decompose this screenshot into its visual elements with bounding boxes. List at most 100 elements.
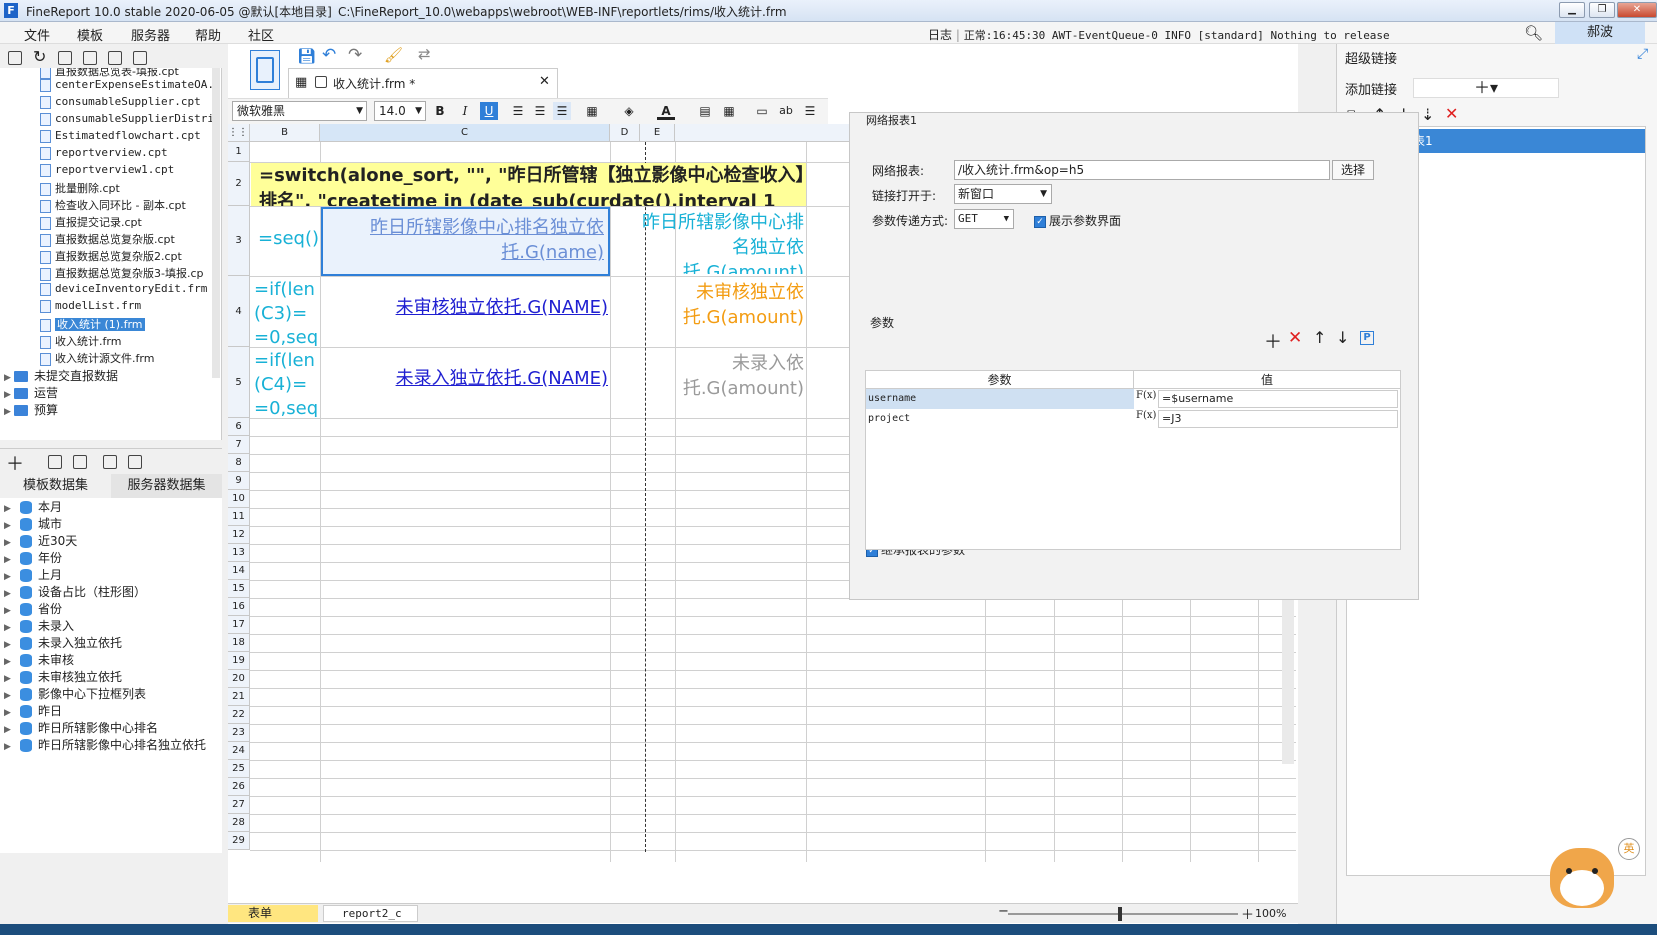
border-icon[interactable]: ▦ [583,102,601,120]
row-header[interactable]: 19 [228,652,250,670]
cell-b5[interactable]: =if(len(C4)==0,seq()- [254,349,320,417]
save-icon[interactable]: 💾︎ [297,47,316,65]
chevron-right-icon[interactable]: ▶ [4,691,16,701]
row-header[interactable]: 11 [228,508,250,526]
tree-item[interactable]: 收入统计源文件.frm [40,350,154,368]
row-header[interactable]: 6 [228,418,250,436]
chevron-right-icon[interactable]: ▶ [4,640,16,650]
row-header[interactable]: 8 [228,454,250,472]
row-header[interactable]: 16 [228,598,250,616]
tree-item[interactable]: consumableSupplierDistribut [40,112,221,130]
row-header[interactable]: 28 [228,814,250,832]
row-header[interactable]: 21 [228,688,250,706]
sort-icon[interactable]: ⇣ [1421,105,1434,124]
row-header[interactable]: 12 [228,526,250,544]
tree-item[interactable]: centerExpenseEstimateOA.cpt [40,78,221,96]
tree-scrollbar[interactable] [212,68,220,378]
chevron-right-icon[interactable]: ▶ [4,657,16,667]
chevron-right-icon[interactable]: ▶ [4,407,14,417]
column-header[interactable]: D [610,124,640,142]
tab-server-dataset[interactable]: 服务器数据集 [111,474,222,498]
zoom-slider[interactable] [1008,913,1238,915]
table-icon[interactable]: ▦ [720,102,738,120]
chevron-right-icon[interactable]: ▶ [4,742,16,752]
dataset-item[interactable]: ▶ 本月 [0,498,62,516]
cell-i3[interactable]: 昨日所辖影像中心排名独立依托.G(amount) [626,210,806,274]
row-header[interactable]: 5 [228,347,250,418]
row-header[interactable]: 13 [228,544,250,562]
open-in-select[interactable]: 新窗口 ▼ [954,184,1052,204]
row-header[interactable]: 9 [228,472,250,490]
menu-file[interactable]: 文件 [24,25,50,44]
italic-button[interactable]: I [456,102,474,120]
row-header[interactable]: 7 [228,436,250,454]
tree-item[interactable]: 收入统计.frm [40,333,121,351]
zoom-slider-handle[interactable] [1118,907,1122,921]
pin-panel-icon[interactable]: ⤢ [1637,46,1648,62]
menu-template[interactable]: 模板 [77,25,103,44]
formula-icon[interactable]: F(x) [1136,390,1156,401]
dataset-item[interactable]: ▶ 省份 [0,600,62,618]
dataset-item[interactable]: ▶ 影像中心下拉框列表 [0,685,146,703]
align-center-icon[interactable]: ☰ [531,102,549,120]
new-folder-icon[interactable] [8,51,22,65]
refresh-icon[interactable]: ↻ [33,47,46,66]
tree-folder[interactable]: ▶ 运营 [4,384,58,402]
column-header[interactable]: E [640,124,675,142]
row-header[interactable]: 25 [228,760,250,778]
show-param-checkbox[interactable]: ✓ 展示参数界面 [1034,212,1121,229]
bold-button[interactable]: B [431,102,449,120]
underline-button[interactable]: U [480,102,498,120]
menu-help[interactable]: 帮助 [195,25,221,44]
row-header[interactable]: 27 [228,796,250,814]
formula-icon[interactable]: F(x) [1136,410,1156,421]
row-header[interactable]: 24 [228,742,250,760]
cell-c4[interactable]: 未审核独立依托.G(NAME) [321,284,610,334]
undo-icon[interactable]: ↶ [322,45,336,65]
add-link-button[interactable]: ＋▾ [1413,78,1559,98]
row-header[interactable]: 20 [228,670,250,688]
column-header[interactable]: C [320,124,610,142]
row-header[interactable]: 17 [228,616,250,634]
delete-icon[interactable] [73,455,87,469]
tree-item[interactable]: consumableSupplier.cpt [40,95,201,113]
row-header[interactable]: 29 [228,832,250,850]
cell-i4[interactable]: 未审核独立依托.G(amount) [626,280,806,344]
row-header[interactable]: 22 [228,706,250,724]
tree-item[interactable]: 直报提交记录.cpt [40,214,142,232]
checkbox-checked-icon[interactable]: ✓ [1034,215,1046,228]
tree-item[interactable]: reportverview1.cpt [40,163,174,181]
redo-icon[interactable]: ↷ [348,45,362,65]
tree-folder[interactable]: ▶ 未提交直报数据 [4,367,118,385]
search-icon[interactable]: 🔍︎ [1524,24,1543,42]
delete-param-icon[interactable]: ✕ [1288,328,1302,348]
cell-c5[interactable]: 未录入独立依托.G(NAME) [321,355,610,405]
add-param-icon[interactable]: ＋ [1264,328,1282,354]
dataset-item[interactable]: ▶ 上月 [0,566,62,584]
merge-icon[interactable]: ▤ [696,102,714,120]
table-row[interactable]: username F(x) =$username [866,389,1400,409]
report-path-input[interactable]: /收入统计.frm&op=h5 [954,160,1330,180]
chevron-right-icon[interactable]: ▶ [4,538,16,548]
tree-item[interactable]: reportverview.cpt [40,146,168,164]
format-painter-icon[interactable]: 🖌︎ [384,46,403,64]
dataset-item[interactable]: ▶ 未录入 [0,617,74,635]
zoom-in-icon[interactable]: ＋ [1241,904,1254,923]
log-prefix[interactable]: 日志 [928,28,952,42]
sheet-tab-form[interactable]: 表单 [228,905,318,922]
tree-item[interactable]: 检查收入同环比 - 副本.cpt [40,197,186,215]
tree-item[interactable]: 直报数据总览复杂版2.cpt [40,248,182,266]
sheet-tab-report2[interactable]: report2_c [323,905,418,922]
tree-item[interactable]: 批量删除.cpt [40,180,120,198]
tree-item-selected[interactable]: 收入统计 (1).frm [40,316,145,334]
table-row[interactable]: project F(x) =J3 [866,409,1400,429]
column-header[interactable]: B [250,124,320,142]
font-family-select[interactable]: 微软雅黑 ▼ [232,101,367,121]
copy-icon[interactable] [133,51,147,65]
tree-item[interactable]: 直报数据总览复杂版.cpt [40,231,175,249]
param-up-icon[interactable]: ↑ [1313,328,1326,347]
cell-b4[interactable]: =if(len(C3)==0,seq()- [254,278,320,346]
chevron-right-icon[interactable]: ▶ [4,589,16,599]
align-right-icon[interactable]: ☰ [553,102,571,120]
dataset-item[interactable]: ▶ 城市 [0,515,62,533]
